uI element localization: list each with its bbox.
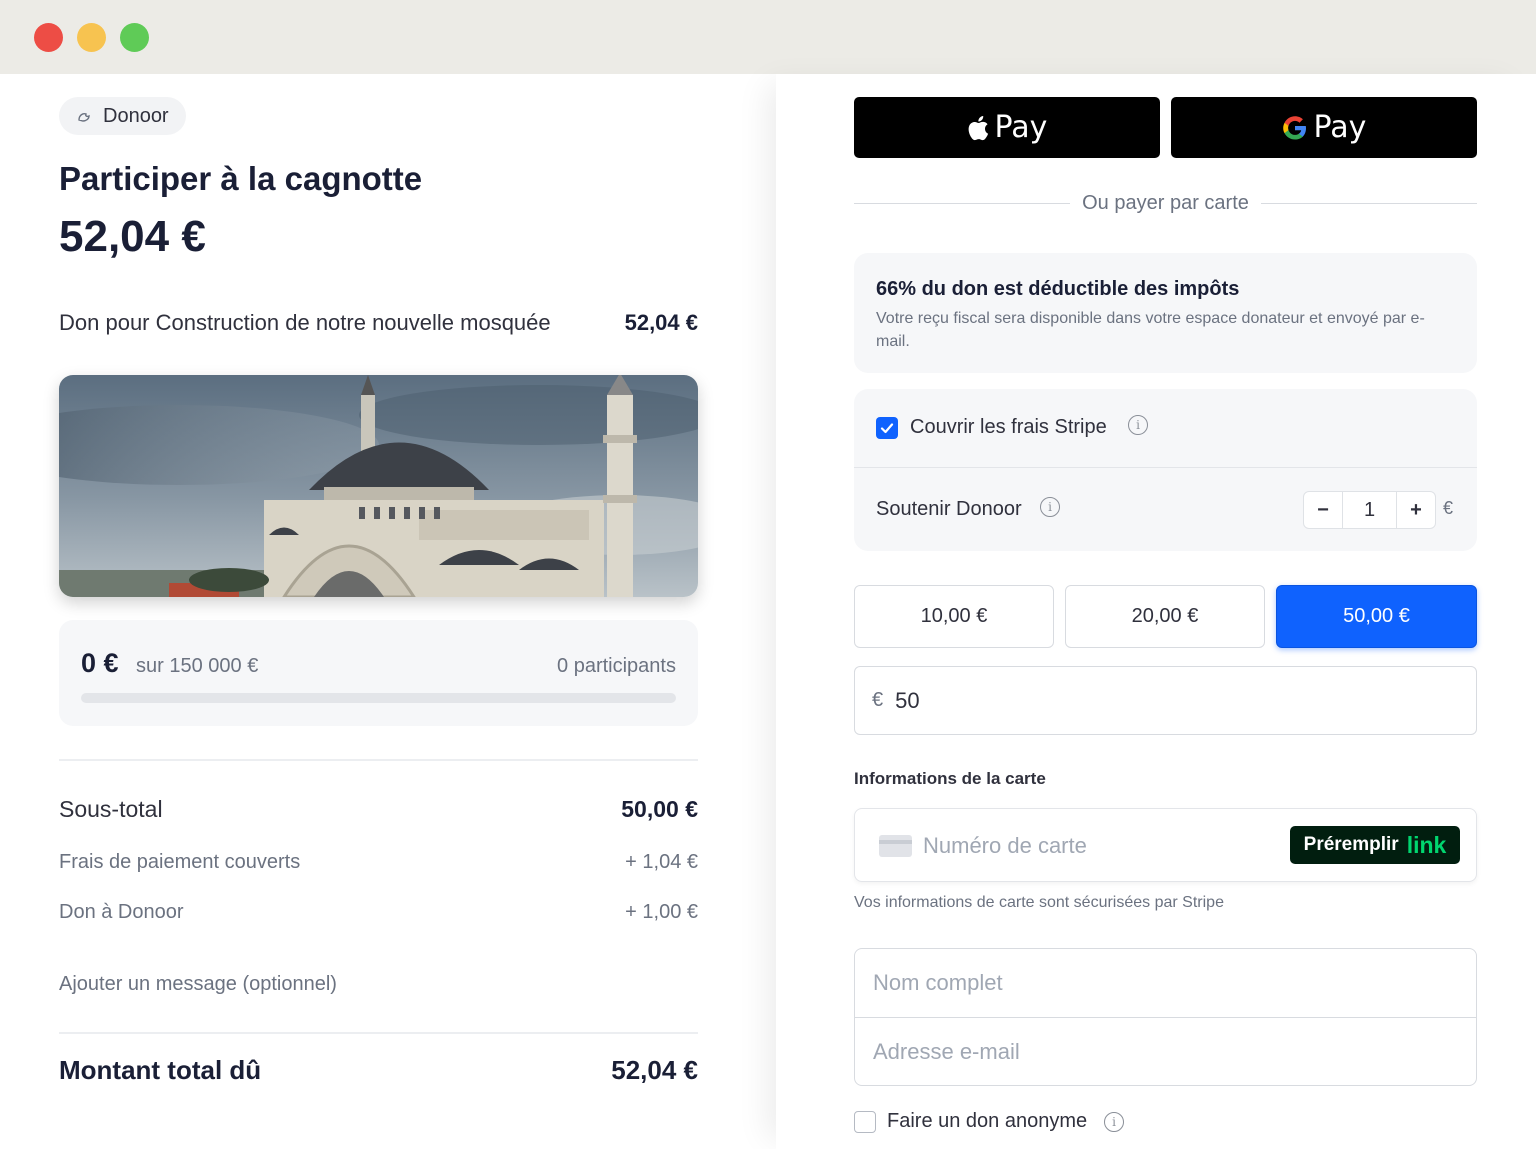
support-amount-value[interactable]: 1 xyxy=(1342,492,1397,528)
anonymous-donation-checkbox[interactable] xyxy=(854,1111,876,1133)
apple-pay-button[interactable]: Pay xyxy=(854,97,1160,158)
mosque-image-icon xyxy=(59,375,698,597)
card-number-input[interactable]: Numéro de carte Préremplir link xyxy=(854,808,1477,882)
info-icon[interactable]: i xyxy=(1104,1112,1124,1132)
credit-card-icon xyxy=(879,835,912,857)
increment-button[interactable]: + xyxy=(1397,492,1435,528)
total-label: Montant total dû xyxy=(59,1055,262,1085)
support-donoor-stepper: − 1 + xyxy=(1303,491,1436,529)
maximize-window-button[interactable] xyxy=(120,23,149,52)
subtotal-label: Sous-total xyxy=(59,796,163,822)
progress-bar xyxy=(81,693,676,703)
raised-amount: 0 € xyxy=(81,648,119,678)
custom-amount-input[interactable]: € 50 xyxy=(854,666,1477,735)
prefill-label: Préremplir xyxy=(1303,834,1399,855)
cover-fees-label[interactable]: Couvrir les frais Stripe xyxy=(910,416,1107,439)
or-pay-by-card-separator: Ou payer par carte xyxy=(854,192,1477,215)
add-message-link[interactable]: Ajouter un message (optionnel) xyxy=(59,973,337,996)
currency-prefix: € xyxy=(872,689,884,711)
anonymous-donation-label[interactable]: Faire un don anonyme xyxy=(887,1110,1087,1133)
apple-logo-icon xyxy=(968,115,988,140)
info-icon[interactable]: i xyxy=(1128,415,1148,435)
fundraising-progress-card: 0 € sur 150 000 € 0 participants xyxy=(59,620,698,726)
amount-option-50-selected[interactable]: 50,00 € xyxy=(1276,585,1477,648)
decrement-button[interactable]: − xyxy=(1304,492,1342,528)
donoor-logo-icon xyxy=(78,113,90,122)
contact-fields: Nom complet Adresse e-mail xyxy=(854,948,1477,1086)
donoor-donation-label: Don à Donoor xyxy=(59,901,184,923)
secure-note: Vos informations de carte sont sécurisée… xyxy=(854,894,1224,911)
donation-line-item: Don pour Construction de notre nouvelle … xyxy=(59,310,698,336)
or-pay-by-card-text: Ou payer par carte xyxy=(1082,192,1249,214)
support-donoor-label: Soutenir Donoor xyxy=(876,498,1022,520)
fee-label: Frais de paiement couverts xyxy=(59,851,301,873)
subtotal-row: Sous-total 50,00 € xyxy=(59,796,698,823)
goal-amount: sur 150 000 € xyxy=(136,655,259,677)
checkmark-icon xyxy=(880,423,894,434)
subtotal-value: 50,00 € xyxy=(621,796,698,822)
link-prefill-button[interactable]: Préremplir link xyxy=(1290,826,1460,864)
brand-name: Donoor xyxy=(103,104,169,127)
donation-line-value: 52,04 € xyxy=(624,310,698,335)
close-window-button[interactable] xyxy=(34,23,63,52)
page-title: Participer à la cagnotte xyxy=(59,160,423,197)
tax-deduction-heading: 66% du don est déductible des impôts xyxy=(876,278,1240,300)
total-row: Montant total dû 52,04 € xyxy=(59,1055,698,1086)
amount-option-10[interactable]: 10,00 € xyxy=(854,585,1054,648)
brand-back-link[interactable]: Donoor xyxy=(59,97,186,135)
google-pay-label: Pay xyxy=(1313,110,1367,145)
total-value: 52,04 € xyxy=(611,1055,698,1085)
participants-count: 0 participants xyxy=(557,655,676,677)
total-amount-heading: 52,04 € xyxy=(59,212,206,261)
fee-value: + 1,04 € xyxy=(625,851,698,873)
payment-panel: Pay Pay Ou payer par carte 66% du don es… xyxy=(776,74,1536,1149)
divider xyxy=(59,1032,698,1034)
email-input[interactable]: Adresse e-mail xyxy=(855,1017,1476,1085)
donation-line-label: Don pour Construction de notre nouvelle … xyxy=(59,310,551,335)
title-bar xyxy=(0,0,1536,74)
link-logo-icon: link xyxy=(1406,831,1447,858)
tax-deduction-card: 66% du don est déductible des impôts Vot… xyxy=(854,253,1477,373)
tax-deduction-text: Votre reçu fiscal sera disponible dans v… xyxy=(876,310,1425,350)
fee-row: Frais de paiement couverts + 1,04 € xyxy=(59,851,698,874)
cover-fees-checkbox[interactable] xyxy=(876,417,898,439)
donoor-donation-value: + 1,00 € xyxy=(625,901,698,923)
card-info-title: Informations de la carte xyxy=(854,769,1046,788)
google-logo-icon xyxy=(1282,115,1306,139)
info-icon[interactable]: i xyxy=(1040,497,1060,517)
amount-option-20[interactable]: 20,00 € xyxy=(1065,585,1265,648)
order-summary-panel: Donoor Participer à la cagnotte 52,04 € … xyxy=(0,74,776,1149)
fee-options-card: Couvrir les frais Stripe i Soutenir Dono… xyxy=(854,389,1477,551)
separator-line xyxy=(854,203,1071,204)
custom-amount-value: 50 xyxy=(895,687,920,713)
browser-window: Donoor Participer à la cagnotte 52,04 € … xyxy=(0,0,1536,1149)
minimize-window-button[interactable] xyxy=(77,23,106,52)
apple-pay-label: Pay xyxy=(994,110,1048,145)
donoor-donation-row: Don à Donoor + 1,00 € xyxy=(59,901,698,924)
google-pay-button[interactable]: Pay xyxy=(1171,97,1477,158)
card-number-placeholder: Numéro de carte xyxy=(923,833,1087,858)
full-name-input[interactable]: Nom complet xyxy=(855,949,1476,1017)
divider xyxy=(59,759,698,761)
campaign-image xyxy=(59,375,698,597)
divider xyxy=(854,467,1477,468)
separator-line xyxy=(1260,203,1477,204)
currency-suffix: € xyxy=(1443,498,1454,518)
